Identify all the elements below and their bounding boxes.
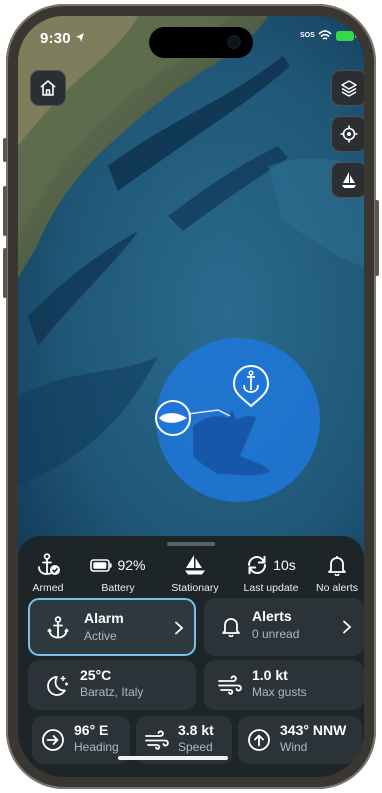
location-arrow-icon	[76, 33, 84, 42]
power-button	[375, 200, 379, 276]
bottom-sheet: Armed 92% Battery Stationary 10s Last up…	[18, 536, 364, 777]
anchor-check-icon	[38, 553, 60, 575]
target-icon	[340, 125, 358, 143]
sos-indicator: SOS	[300, 32, 315, 39]
stat-battery: 92% Battery	[82, 553, 154, 594]
max-gusts-value: 1.0 kt	[252, 667, 288, 683]
layers-icon	[341, 80, 357, 97]
weather-card[interactable]: 25°C Baratz, Italy	[28, 660, 196, 710]
gusts-card[interactable]: 1.0 kt Max gusts	[204, 660, 364, 710]
wind-card[interactable]: 343° NNW Wind	[238, 716, 362, 764]
home-icon	[40, 80, 56, 96]
volume-down-button	[3, 248, 7, 298]
chevron-right-icon	[343, 620, 352, 634]
home-button[interactable]	[30, 70, 66, 106]
boat-button[interactable]	[331, 162, 364, 198]
home-indicator[interactable]	[118, 756, 228, 760]
wind-icon	[218, 675, 242, 695]
status-bar: 9:30 SOS	[18, 16, 364, 62]
wifi-icon	[318, 30, 332, 40]
stat-stationary-label: Stationary	[171, 582, 219, 594]
stat-last-update-value: 10s	[273, 557, 296, 573]
heading-card[interactable]: 96° E Heading	[32, 716, 130, 764]
sailboat-icon	[185, 555, 205, 575]
stat-last-update-label: Last update	[243, 582, 299, 594]
alerts-unread: 0 unread	[252, 627, 300, 641]
volume-up-button	[3, 186, 7, 236]
stat-stationary: Stationary	[163, 553, 227, 594]
arrow-right-circle-icon	[42, 729, 64, 751]
temperature: 25°C	[80, 667, 112, 683]
alarm-status: Active	[84, 629, 117, 643]
app-screen: 9:30 SOS Armed 92% Battery Stationary 10…	[18, 16, 364, 777]
sailboat-icon	[342, 172, 356, 188]
stat-alerts-label: No alerts	[315, 582, 358, 594]
action-button	[3, 138, 7, 162]
location-name: Baratz, Italy	[80, 685, 144, 699]
status-time: 9:30	[40, 30, 71, 47]
heading-value: 96° E	[74, 722, 109, 738]
speed-value: 3.8 kt	[178, 722, 214, 738]
stat-alerts: No alerts	[305, 553, 364, 594]
alarm-card[interactable]: Alarm Active	[28, 598, 196, 656]
layers-button[interactable]	[331, 70, 364, 106]
bell-icon	[222, 618, 240, 637]
chevron-right-icon	[175, 621, 184, 635]
arrow-up-circle-icon	[248, 729, 270, 751]
battery-icon	[90, 558, 113, 572]
locate-button[interactable]	[331, 116, 364, 152]
alerts-title: Alerts	[252, 608, 292, 624]
alarm-title: Alarm	[84, 610, 124, 626]
battery-status-icon	[336, 31, 357, 41]
bell-icon	[328, 556, 346, 576]
front-camera	[229, 37, 239, 47]
moon-stars-icon	[47, 676, 68, 696]
stat-armed: Armed	[18, 553, 80, 594]
max-gusts-label: Max gusts	[252, 685, 307, 699]
stat-battery-label: Battery	[101, 582, 135, 594]
satellite-map[interactable]	[18, 16, 364, 556]
anchor-icon	[47, 616, 69, 639]
wind-label: Wind	[280, 740, 308, 754]
refresh-icon	[248, 555, 267, 575]
dynamic-island	[149, 27, 253, 58]
wind-icon	[145, 730, 169, 750]
speed-label: Speed	[178, 740, 213, 754]
wind-value: 343° NNW	[280, 722, 347, 738]
boat-marker[interactable]	[155, 400, 191, 436]
alerts-card[interactable]: Alerts 0 unread	[204, 598, 364, 656]
heading-label: Heading	[74, 740, 119, 754]
stat-battery-value: 92%	[117, 557, 146, 573]
sheet-grabber[interactable]	[167, 542, 215, 546]
stat-armed-label: Armed	[32, 582, 64, 594]
stat-last-update: 10s Last update	[236, 553, 306, 594]
